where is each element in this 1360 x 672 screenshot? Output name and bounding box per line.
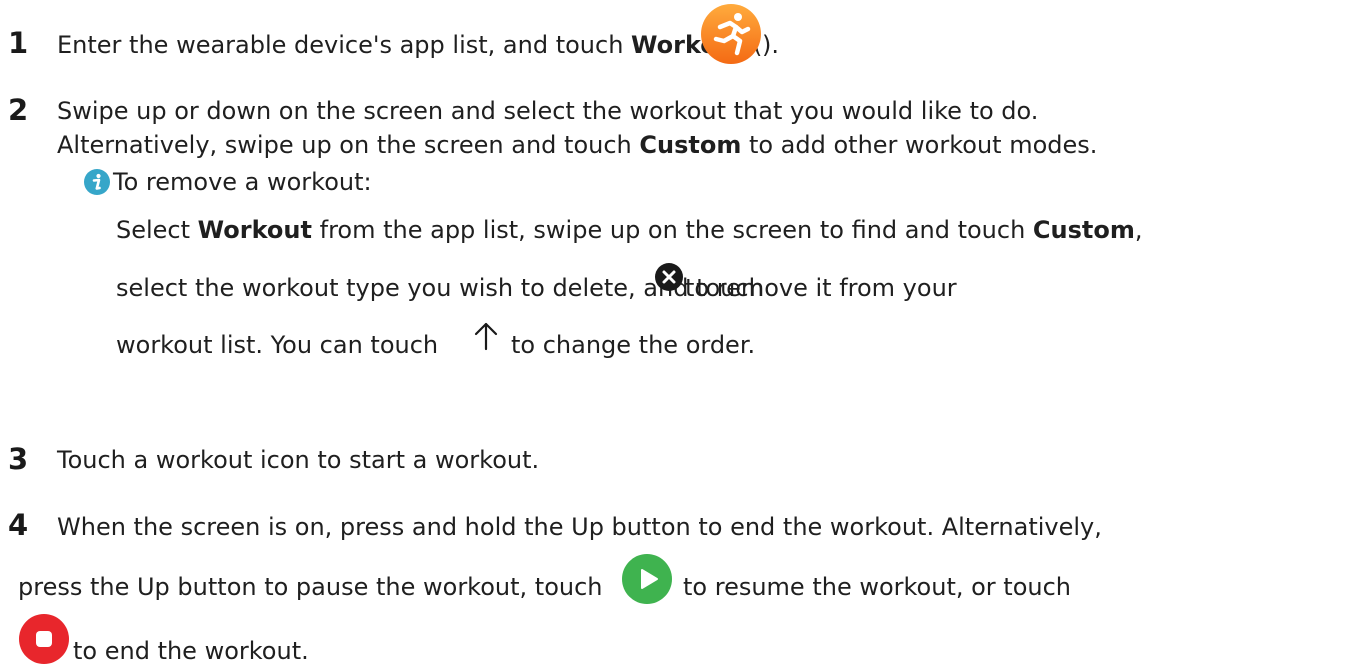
running-person-icon	[701, 4, 761, 64]
stop-icon	[19, 614, 69, 664]
step-2-line-2: Alternatively, swipe up on the screen an…	[57, 131, 1098, 159]
note-title: To remove a workout:	[113, 168, 372, 196]
note-line-3b: to change the order.	[511, 331, 756, 359]
step-number: 2	[8, 93, 29, 127]
step-1-text-end: ).	[762, 31, 779, 59]
step-3-text: Touch a workout icon to start a workout.	[57, 446, 540, 474]
step-4-line-2b: to resume the workout, or touch	[683, 573, 1072, 601]
arrow-up-icon	[474, 322, 498, 351]
step-4-line-3: to end the workout.	[73, 637, 309, 665]
step-4-line-1: When the screen is on, press and hold th…	[57, 513, 1102, 541]
close-circle-icon	[655, 263, 683, 291]
step-1-text: Enter the wearable device's app list, an…	[57, 31, 762, 59]
step-4-line-2a: press the Up button to pause the workout…	[18, 573, 603, 601]
step-number: 1	[8, 26, 29, 60]
step-number: 3	[8, 442, 29, 476]
info-icon	[84, 169, 110, 195]
step-2-line-1: Swipe up or down on the screen and selec…	[57, 97, 1039, 125]
note-line-1: Select Workout from the app list, swipe …	[116, 216, 1143, 244]
step-number: 4	[8, 508, 29, 542]
note-line-3a: workout list. You can touch	[116, 331, 439, 359]
note-line-2b: to remove it from your	[685, 274, 957, 302]
play-icon	[622, 554, 672, 604]
